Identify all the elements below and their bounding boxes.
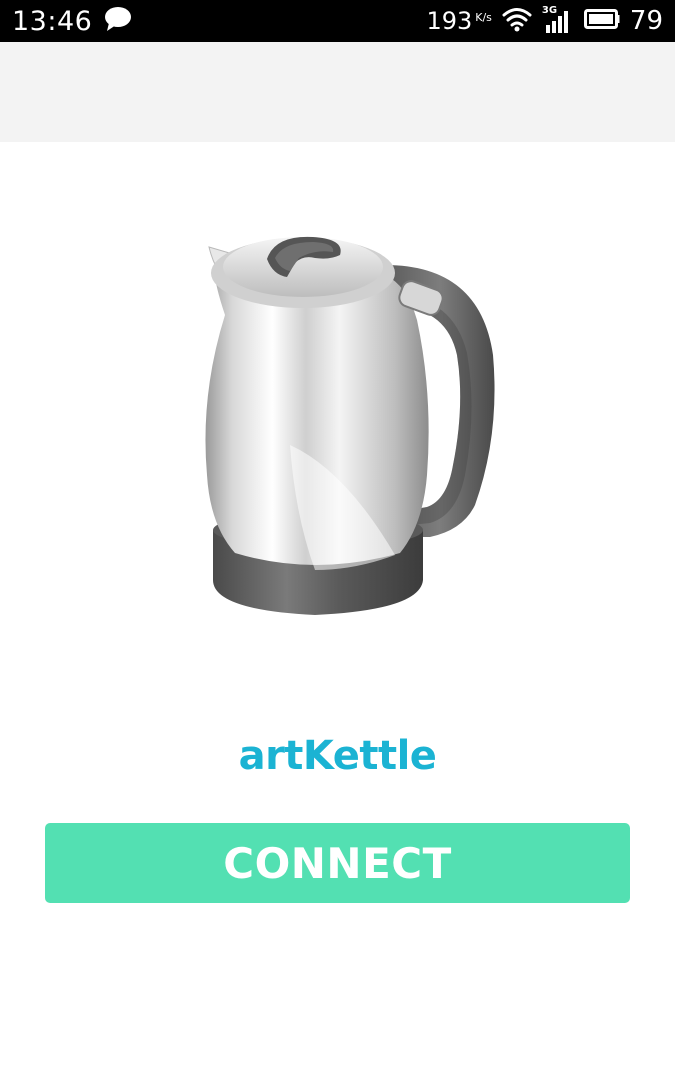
status-right: 193 K/s 3G 79 <box>426 5 663 37</box>
app-header <box>0 42 675 142</box>
electric-kettle-icon <box>195 225 505 625</box>
chat-bubble-icon <box>104 6 132 37</box>
clock: 13:46 <box>12 5 93 37</box>
network-speed-value: 193 <box>426 7 473 35</box>
status-left: 13:46 <box>12 6 132 37</box>
network-speed-unit: K/s <box>475 11 492 24</box>
device-name: artKettle <box>238 733 437 779</box>
signal-icon: 3G <box>542 5 574 35</box>
battery-icon <box>583 8 620 35</box>
status-bar: 13:46 193 K/s 3G 79 <box>0 0 675 42</box>
connect-button[interactable]: CONNECT <box>45 823 630 903</box>
wifi-icon <box>502 6 532 37</box>
connect-button-label: CONNECT <box>223 838 452 888</box>
battery-level: 79 <box>629 6 663 36</box>
network-speed: 193 K/s <box>426 7 491 35</box>
